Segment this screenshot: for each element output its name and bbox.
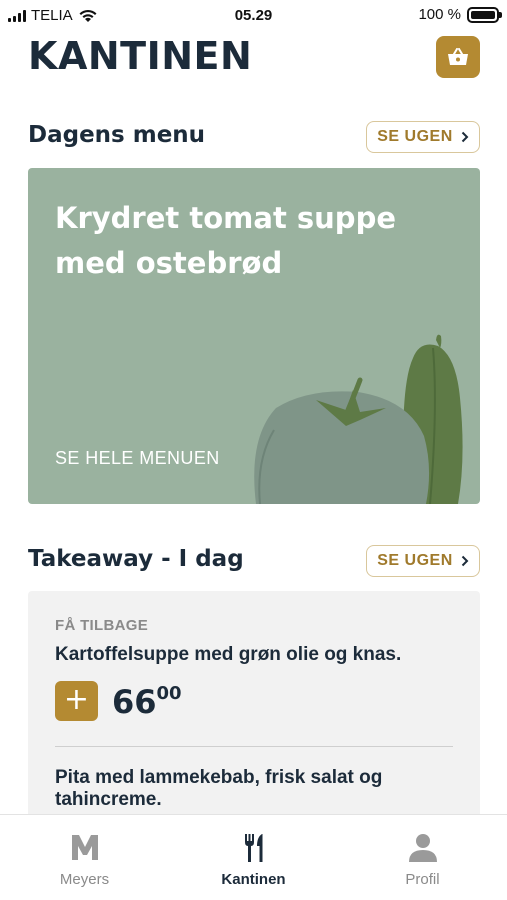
see-week-label: SE UGEN [377,552,453,569]
price-main: 66 [112,683,157,721]
status-bar: TELIA 05.29 100 % [0,0,507,34]
takeaway-item-name[interactable]: Kartoffelsuppe med grøn olie og knas. [55,644,455,666]
chevron-right-icon [461,131,469,143]
battery-percent: 100 % [418,6,461,23]
see-week-label: SE UGEN [377,128,453,145]
tab-label: Profil [405,871,440,888]
tab-bar: Meyers Kantinen Profil [0,814,507,900]
tab-profil[interactable]: Profil [338,815,507,900]
daily-dish-name: Krydret tomat suppe med ostebrød [55,201,396,280]
status-right: 100 % [418,6,502,23]
price-decimals: 00 [156,683,182,704]
basket-icon [448,48,468,65]
tab-label: Meyers [59,871,110,888]
daily-menu-see-week-button[interactable]: SE UGEN [366,121,480,153]
divider [55,746,453,747]
see-full-menu-link[interactable]: SE HELE MENUEN [55,448,220,469]
takeaway-item-name[interactable]: Pita med lammekebab, frisk salat og tahi… [55,767,455,811]
meyers-m-icon [0,833,169,867]
tab-kantinen[interactable]: Kantinen [169,815,338,900]
tab-meyers[interactable]: Meyers [0,815,169,900]
daily-menu-title: Dagens menu [28,122,206,148]
fork-knife-icon [169,833,338,867]
chevron-right-icon [461,555,469,567]
person-icon [338,833,507,867]
item-price: 6600 [112,683,182,721]
daily-menu-card[interactable]: Krydret tomat suppe med ostebrød SE HELE… [28,168,480,504]
battery-icon [467,6,502,23]
add-to-basket-button[interactable]: + [55,681,98,721]
takeaway-title: Takeaway - I dag [28,546,244,572]
page-title: KANTINEN [28,34,253,78]
takeaway-card: FÅ TILBAGE Kartoffelsuppe med grøn olie … [28,591,480,821]
takeaway-see-week-button[interactable]: SE UGEN [366,545,480,577]
tab-label: Kantinen [221,871,286,888]
basket-button[interactable] [436,36,480,78]
item-tag: FÅ TILBAGE [55,617,148,634]
